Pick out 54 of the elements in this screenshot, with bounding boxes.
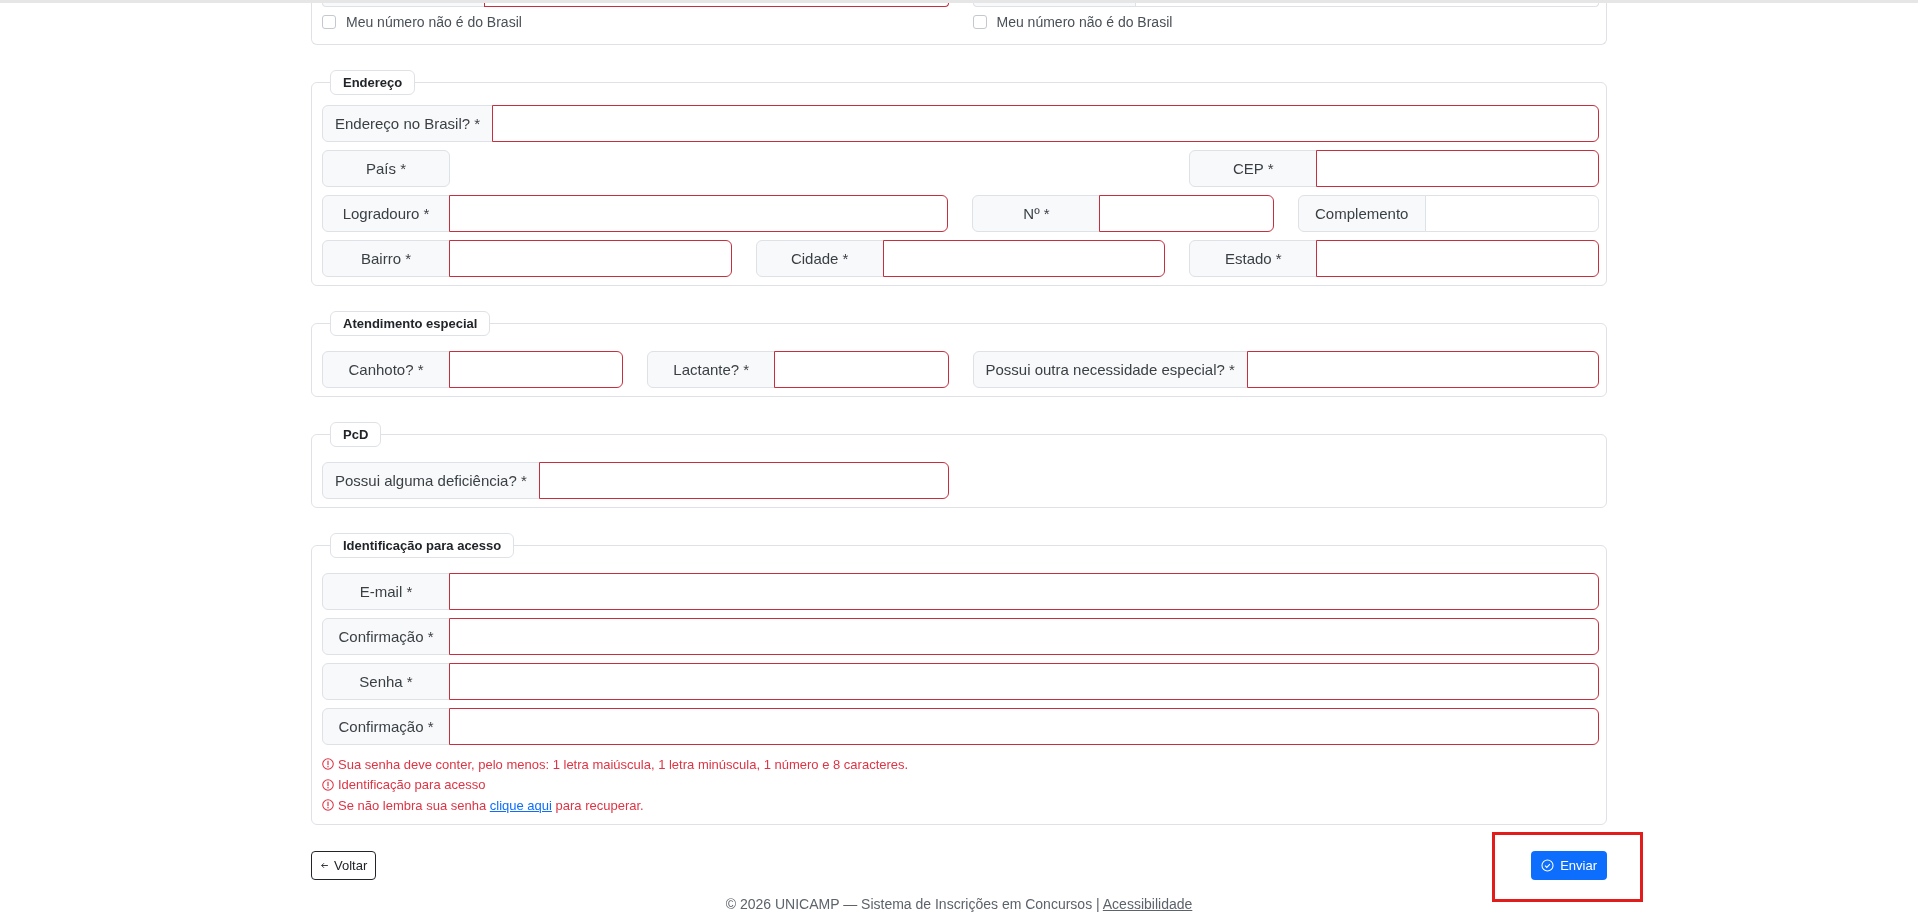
input-field[interactable] [449,618,1599,655]
input-field[interactable] [1316,240,1599,277]
input-field[interactable] [774,351,949,388]
exclamation-circle-icon [322,799,334,812]
field-label: Senha * [322,663,450,700]
field-label: Estado * [1189,240,1318,277]
accessibility-link[interactable]: Acessibilidade [1102,895,1193,912]
footer-text: © 2026 UNICAMP — Sistema de Inscrições em Concursos | Acessibilidade [725,894,1193,914]
field-label: Nº * [972,195,1101,232]
field-label: Cidade * [755,240,884,277]
field-label: Confirmação * [322,708,450,745]
field-label: Possui alguma deficiência? * [322,462,540,499]
field-label: CEP * [1189,150,1318,187]
checkbox[interactable] [322,15,336,29]
error-message: Sua senha deve conter, pelo menos: 1 letra maiúscula, 1 letra minúscula, 1 número e 8 caracteres. [338,756,909,772]
input-field[interactable] [492,105,1599,142]
input-field[interactable] [449,573,1599,610]
section-legend: Atendimento especial [330,311,491,336]
error-message: Identificação para acesso [338,777,486,793]
exclamation-circle-icon [322,778,334,791]
input-field[interactable] [1099,195,1274,232]
field-label: Possui outra necessidade especial? * [972,351,1248,388]
input-field[interactable] [882,240,1166,277]
field-label: Confirmação * [322,618,450,655]
field-label: Lactante? * [647,351,776,388]
input-field[interactable] [449,663,1599,700]
field-label: Endereço no Brasil? * [322,105,494,142]
field-label: Complemento [1297,195,1426,232]
field-label: País * [322,150,450,187]
input-field[interactable] [538,462,949,499]
input-field[interactable] [1246,351,1599,388]
field-label: Bairro * [322,240,450,277]
error-message: Se não lembra sua senha clique aqui para recuperar. [338,797,644,813]
checkbox-label: Meu número não é do Brasil [996,14,1173,30]
input-field[interactable] [449,240,732,277]
recover-password-link[interactable]: clique aqui [489,797,552,813]
input-field[interactable] [1316,150,1599,187]
exclamation-circle-icon [322,758,334,771]
input-field[interactable] [449,351,624,388]
input-field[interactable] [449,708,1599,745]
section-legend: Identificação para acesso [330,533,515,558]
field-label: Logradouro * [322,195,450,232]
input-field[interactable] [484,3,949,7]
check-circle-icon [1541,858,1555,872]
back-button[interactable]: Voltar [311,850,377,880]
section-legend: PcD [330,422,382,447]
section-legend: Endereço [330,70,416,95]
submit-button[interactable]: Enviar [1531,850,1607,880]
field-label: E-mail * [322,573,450,610]
field-label: Canhoto? * [322,351,450,388]
checkbox-label: Meu número não é do Brasil [346,14,522,30]
arrow-left-icon [320,860,329,870]
input-field[interactable] [449,195,949,232]
checkbox[interactable] [972,15,987,29]
